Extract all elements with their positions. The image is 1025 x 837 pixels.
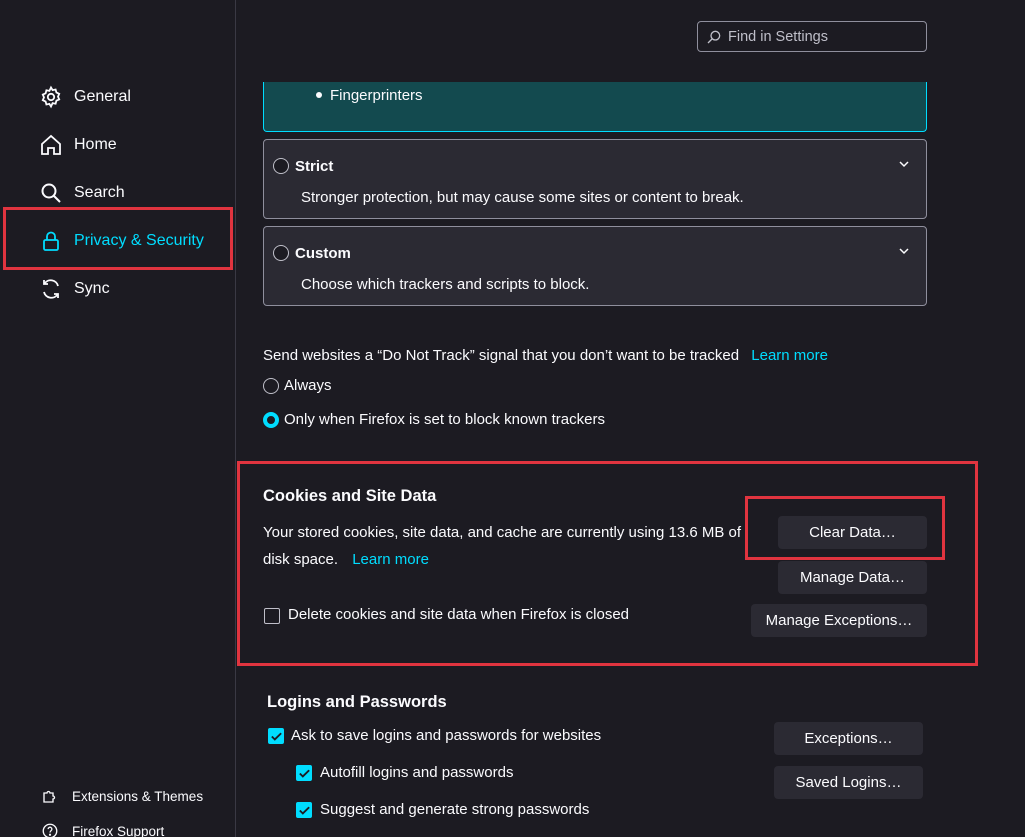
- logins-heading: Logins and Passwords: [267, 693, 447, 711]
- dnt-only-when-blocking-label: Only when Firefox is set to block known …: [284, 411, 605, 428]
- delete-cookies-on-close-label: Delete cookies and site data when Firefo…: [288, 606, 630, 623]
- cookies-usage-line2-row: disk space. Learn more: [263, 551, 429, 568]
- sidebar-footer-support[interactable]: Firefox Support: [40, 821, 164, 837]
- logins-exceptions-button[interactable]: Exceptions…: [774, 722, 923, 755]
- ask-to-save-checkbox[interactable]: [268, 728, 284, 744]
- custom-radio[interactable]: [273, 245, 289, 261]
- search-input[interactable]: [728, 28, 918, 45]
- sidebar-item-privacy-security[interactable]: Privacy & Security: [38, 224, 204, 258]
- suggest-passwords-checkbox[interactable]: [296, 802, 312, 818]
- manage-data-button[interactable]: Manage Data…: [778, 561, 927, 594]
- tracking-strict-card[interactable]: Strict Stronger protection, but may caus…: [263, 139, 927, 219]
- home-icon: [38, 132, 64, 158]
- help-icon: [40, 821, 60, 837]
- custom-desc: Choose which trackers and scripts to blo…: [301, 276, 590, 293]
- sidebar-item-label: Search: [74, 184, 125, 201]
- dnt-row: Send websites a “Do Not Track” signal th…: [263, 347, 828, 364]
- strict-radio[interactable]: [273, 158, 289, 174]
- dnt-learn-more-link[interactable]: Learn more: [751, 347, 828, 364]
- manage-exceptions-button[interactable]: Manage Exceptions…: [751, 604, 927, 637]
- sidebar-footer-label: Firefox Support: [72, 823, 165, 837]
- checkmark-icon: [271, 732, 282, 741]
- chevron-down-icon[interactable]: [898, 245, 910, 257]
- clear-data-button[interactable]: Clear Data…: [778, 516, 927, 549]
- sidebar-item-label: Home: [74, 136, 117, 153]
- sidebar-footer-extensions[interactable]: Extensions & Themes: [40, 786, 203, 806]
- sidebar: General Home Search Privacy & Security S…: [0, 0, 236, 837]
- chevron-down-icon[interactable]: [898, 158, 910, 170]
- lock-icon: [38, 228, 64, 254]
- tracking-custom-card[interactable]: Custom Choose which trackers and scripts…: [263, 226, 927, 306]
- sidebar-footer-label: Extensions & Themes: [72, 788, 204, 804]
- sync-icon: [38, 276, 64, 302]
- sidebar-item-label: Privacy & Security: [74, 232, 204, 249]
- sidebar-item-sync[interactable]: Sync: [38, 272, 110, 306]
- saved-logins-button[interactable]: Saved Logins…: [774, 766, 923, 799]
- autofill-label: Autofill logins and passwords: [320, 764, 514, 781]
- checkmark-icon: [299, 769, 310, 778]
- checkmark-icon: [299, 806, 310, 815]
- cookies-learn-more-link[interactable]: Learn more: [352, 551, 429, 568]
- search-icon: [706, 29, 722, 45]
- cookies-usage-line2: disk space.: [263, 551, 339, 568]
- cookies-heading: Cookies and Site Data: [263, 487, 437, 505]
- search-icon: [38, 180, 64, 206]
- search-field[interactable]: [697, 21, 927, 52]
- delete-cookies-on-close-checkbox[interactable]: [264, 608, 280, 624]
- gear-icon: [38, 84, 64, 110]
- dnt-label: Send websites a “Do Not Track” signal th…: [263, 347, 740, 364]
- sidebar-item-home[interactable]: Home: [38, 128, 117, 162]
- suggest-passwords-label: Suggest and generate strong passwords: [320, 801, 590, 818]
- sidebar-item-search[interactable]: Search: [38, 176, 125, 210]
- standard-bullet-text: Fingerprinters: [330, 87, 423, 104]
- tracking-standard-card[interactable]: Fingerprinters: [263, 82, 927, 132]
- custom-title: Custom: [295, 245, 351, 262]
- ask-to-save-label: Ask to save logins and passwords for web…: [291, 727, 602, 744]
- dnt-only-when-blocking-radio[interactable]: [263, 412, 279, 428]
- sidebar-item-general[interactable]: General: [38, 80, 131, 114]
- strict-title: Strict: [295, 158, 334, 175]
- autofill-checkbox[interactable]: [296, 765, 312, 781]
- dnt-always-radio[interactable]: [263, 378, 279, 394]
- bullet-dot: [316, 92, 322, 98]
- cookies-usage-line1: Your stored cookies, site data, and cach…: [263, 524, 742, 541]
- strict-desc: Stronger protection, but may cause some …: [301, 189, 744, 206]
- dnt-always-label: Always: [284, 377, 332, 394]
- sidebar-item-label: General: [74, 88, 131, 105]
- sidebar-item-label: Sync: [74, 280, 110, 297]
- puzzle-icon: [40, 786, 60, 806]
